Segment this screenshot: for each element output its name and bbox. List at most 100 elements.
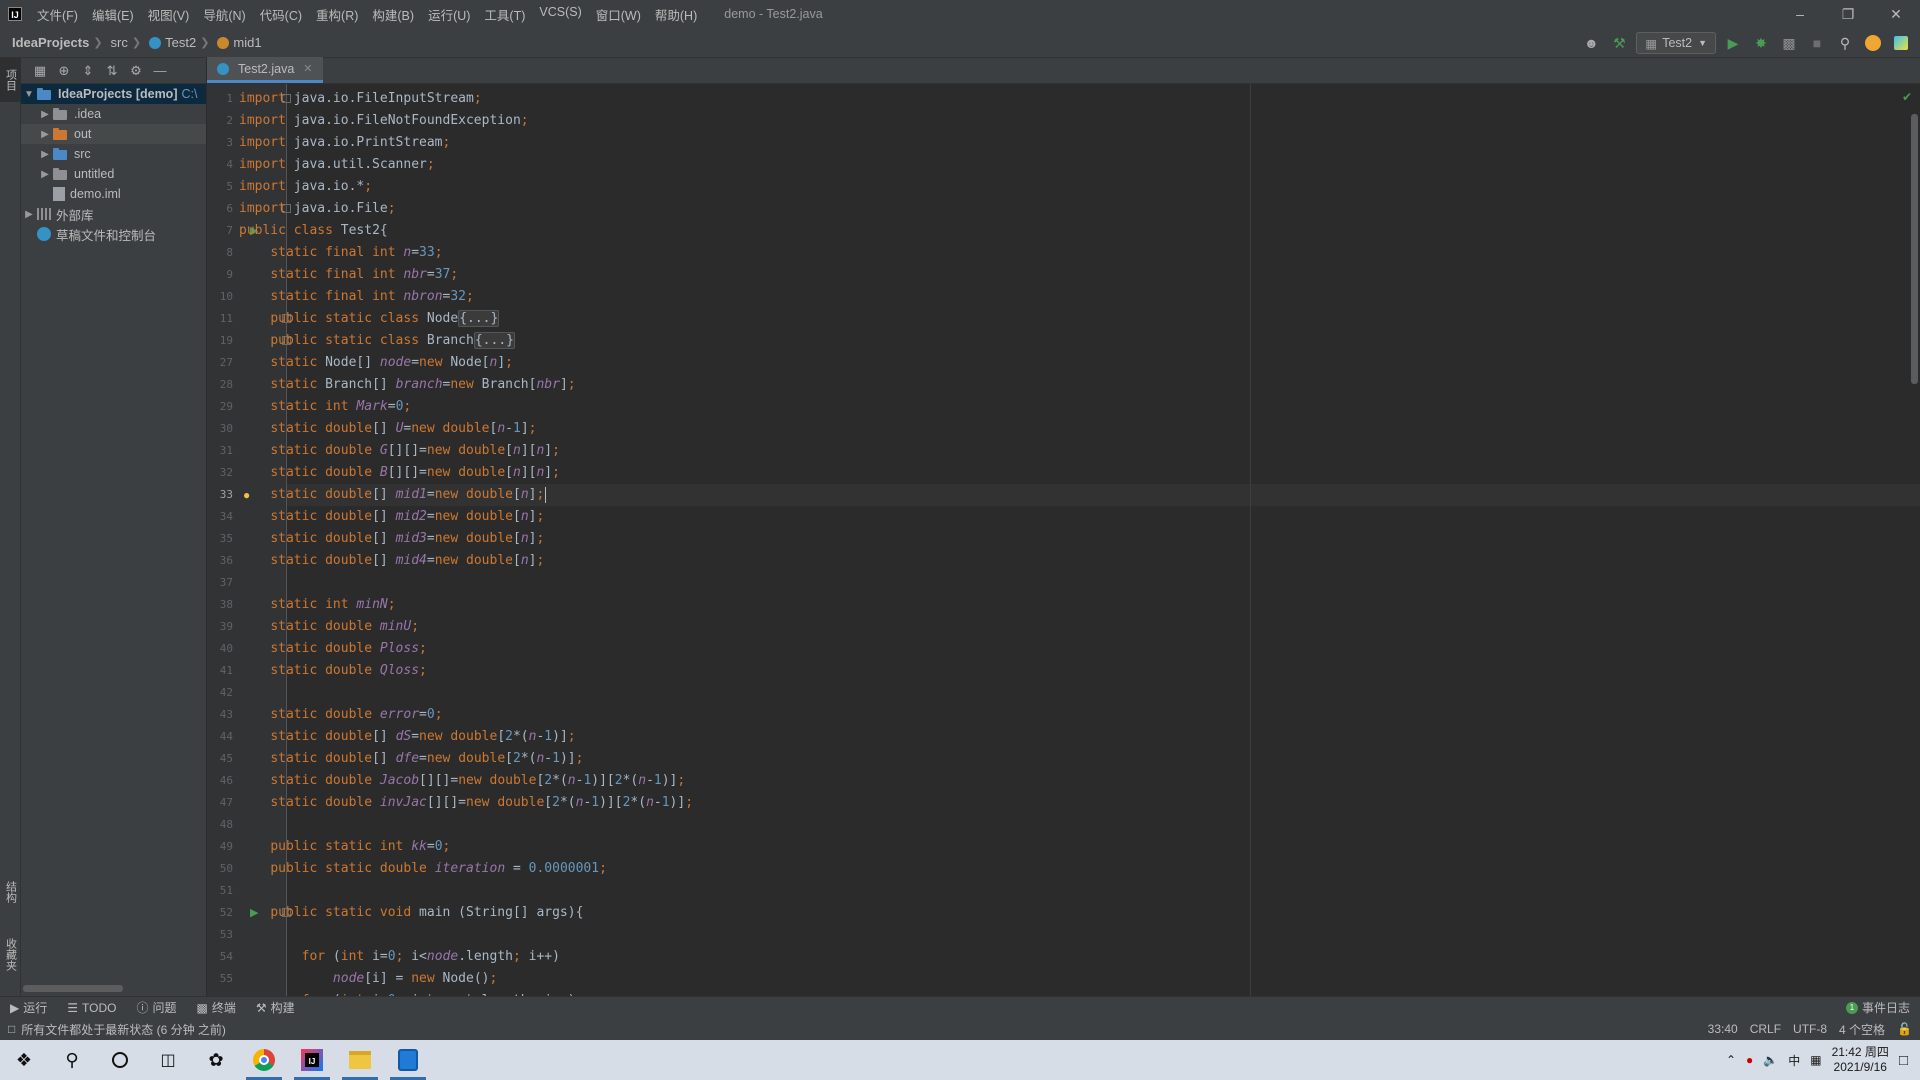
search-icon[interactable]: ⚲ xyxy=(1834,32,1856,54)
ime-indicator[interactable]: 中 xyxy=(1788,1052,1800,1069)
code-line[interactable]: static final int n=33; xyxy=(239,242,442,264)
file-encoding[interactable]: UTF-8 xyxy=(1793,1022,1827,1036)
menu-item[interactable]: 工具(T) xyxy=(477,5,532,24)
menu-item[interactable]: VCS(S) xyxy=(532,5,588,24)
menu-item[interactable]: 运行(U) xyxy=(421,5,477,24)
code-line[interactable]: import java.io.PrintStream; xyxy=(239,132,450,154)
todo-tool-button[interactable]: ☰ TODO xyxy=(57,1001,126,1015)
code-line[interactable]: static double Qloss; xyxy=(239,660,427,682)
volume-icon[interactable]: 🔈 xyxy=(1763,1053,1778,1067)
indent-setting[interactable]: 4 个空格 xyxy=(1839,1021,1885,1038)
status-icon[interactable]: □ xyxy=(8,1022,15,1036)
menu-item[interactable]: 代码(C) xyxy=(253,5,309,24)
tree-item-out[interactable]: ▶ out xyxy=(21,124,206,144)
menu-item[interactable]: 文件(F) xyxy=(30,5,85,24)
vertical-scrollbar[interactable] xyxy=(1911,114,1918,384)
project-view-icon[interactable]: ▦ xyxy=(31,62,49,80)
code-line[interactable]: static double[] mid3=new double[n]; xyxy=(239,528,544,550)
taskbar-app-unknown[interactable]: ✿ xyxy=(192,1040,240,1080)
code-line[interactable]: public static int kk=0; xyxy=(239,836,450,858)
close-icon[interactable]: ✕ xyxy=(303,62,312,75)
code-line[interactable]: import java.io.*; xyxy=(239,176,372,198)
event-log-button[interactable]: 1 事件日志 xyxy=(1845,999,1910,1016)
code-line[interactable]: import java.io.File; xyxy=(239,198,396,220)
tree-item-src[interactable]: ▶ src xyxy=(21,144,206,164)
search-button[interactable]: ⚲ xyxy=(48,1040,96,1080)
code-line[interactable]: public class Test2{ xyxy=(239,220,388,242)
code-line[interactable]: static double[] U=new double[n-1]; xyxy=(239,418,536,440)
tree-item-demo-iml[interactable]: demo.iml xyxy=(21,184,206,204)
caret-position[interactable]: 33:40 xyxy=(1708,1022,1738,1036)
menu-item[interactable]: 导航(N) xyxy=(196,5,252,24)
terminal-tool-button[interactable]: ▩ 终端 xyxy=(187,999,246,1016)
cortana-button[interactable] xyxy=(96,1040,144,1080)
restore-icon[interactable]: ❐ xyxy=(1824,0,1872,28)
code-line[interactable]: static int minN; xyxy=(239,594,395,616)
menu-item[interactable]: 编辑(E) xyxy=(85,5,141,24)
taskbar-app-blue[interactable] xyxy=(384,1040,432,1080)
code-line[interactable]: import java.io.FileNotFoundException; xyxy=(239,110,529,132)
code-line[interactable]: static double Jacob[][]=new double[2*(n-… xyxy=(239,770,685,792)
stop-icon[interactable]: ■ xyxy=(1806,32,1828,54)
tree-item-idea[interactable]: ▶ .idea xyxy=(21,104,206,124)
code-line[interactable]: static double[] mid4=new double[n]; xyxy=(239,550,544,572)
code-editor[interactable]: 1 2 3 4 5 6 7 ▶ 8 9 10 11 19 27 28 29 30 31 32 33 34 35 36 37 38… xyxy=(207,84,1920,996)
menu-item[interactable]: 窗口(W) xyxy=(589,5,648,24)
code-line[interactable]: for (int i=0; i<node.length; i++) xyxy=(239,946,560,968)
inspection-ok-icon[interactable]: ✔ xyxy=(1902,90,1912,104)
keyboard-icon[interactable]: ▦ xyxy=(1810,1053,1821,1067)
qq-icon[interactable]: ● xyxy=(1746,1053,1753,1067)
code-line[interactable]: static double[] mid2=new double[n]; xyxy=(239,506,544,528)
build-tool-button[interactable]: ⚒ 构建 xyxy=(246,999,305,1016)
chevron-up-icon[interactable]: ⌃ xyxy=(1726,1053,1736,1067)
tree-item-external-libs[interactable]: ▶ 外部库 xyxy=(21,204,206,224)
code-line[interactable]: static double[] dS=new double[2*(n-1)]; xyxy=(239,726,575,748)
code-line[interactable]: node[i] = new Node(); xyxy=(239,968,497,990)
favorites-tool-tab[interactable]: 收藏夹 xyxy=(0,924,21,984)
taskbar-app-chrome[interactable] xyxy=(240,1040,288,1080)
plugin-icon[interactable] xyxy=(1890,32,1912,54)
debug-icon[interactable]: ✸ xyxy=(1750,32,1772,54)
taskbar-app-explorer[interactable] xyxy=(336,1040,384,1080)
code-line[interactable]: static final int nbr=37; xyxy=(239,264,458,286)
lock-icon[interactable]: 🔓 xyxy=(1897,1022,1912,1036)
hide-icon[interactable]: — xyxy=(151,62,169,80)
tree-item-scratches[interactable]: 草稿文件和控制台 xyxy=(21,224,206,244)
run-config-select[interactable]: ▦ Test2 ▼ xyxy=(1636,32,1716,54)
coverage-icon[interactable]: ▩ xyxy=(1778,32,1800,54)
clock[interactable]: 21:42 周四 2021/9/16 xyxy=(1832,1045,1889,1075)
breadcrumb-field[interactable]: mid1 xyxy=(213,35,262,50)
code-area[interactable]: import java.io.FileInputStream; import ja… xyxy=(239,84,1920,996)
tree-item-untitled[interactable]: ▶ untitled xyxy=(21,164,206,184)
build-hammer-icon[interactable]: ⚒ xyxy=(1608,32,1630,54)
code-line[interactable]: static final int nbron=32; xyxy=(239,286,474,308)
code-line[interactable]: static double minU; xyxy=(239,616,419,638)
locate-icon[interactable]: ⊕ xyxy=(55,62,73,80)
code-line[interactable]: static double Ploss; xyxy=(239,638,427,660)
problems-tool-button[interactable]: ⓘ 问题 xyxy=(126,999,186,1016)
menu-item[interactable]: 重构(R) xyxy=(309,5,365,24)
breadcrumb-src[interactable]: src xyxy=(107,35,128,50)
breadcrumb-class[interactable]: Test2 xyxy=(145,35,196,50)
collapse-all-icon[interactable]: ⇅ xyxy=(103,62,121,80)
run-icon[interactable]: ▶ xyxy=(1722,32,1744,54)
code-line[interactable]: static double B[][]=new double[n][n]; xyxy=(239,462,560,484)
tree-root[interactable]: ▼ IdeaProjects [demo] C:\ xyxy=(21,84,206,104)
menu-item[interactable]: 帮助(H) xyxy=(648,5,704,24)
task-view-button[interactable]: ◫ xyxy=(144,1040,192,1080)
minimize-icon[interactable]: – xyxy=(1776,0,1824,28)
structure-tool-tab[interactable]: 结构 xyxy=(0,868,21,916)
code-line[interactable]: static double[] mid1=new double[n]; xyxy=(239,484,547,506)
update-icon[interactable] xyxy=(1862,32,1884,54)
code-line[interactable]: static Node[] node=new Node[n]; xyxy=(239,352,513,374)
code-line[interactable]: public static void main (String[] args){ xyxy=(239,902,583,924)
run-tool-button[interactable]: ▶ 运行 xyxy=(0,999,57,1016)
code-line[interactable]: public static class Branch{...} xyxy=(239,330,515,352)
code-line[interactable]: static double[] dfe=new double[2*(n-1)]; xyxy=(239,748,583,770)
tab-test2-java[interactable]: Test2.java ✕ xyxy=(207,57,323,83)
code-line[interactable]: public static double iteration = 0.00000… xyxy=(239,858,607,880)
breadcrumb-project[interactable]: IdeaProjects xyxy=(0,35,89,50)
gear-icon[interactable]: ⚙ xyxy=(127,62,145,80)
code-line[interactable]: static double G[][]=new double[n][n]; xyxy=(239,440,560,462)
code-line[interactable]: static double invJac[][]=new double[2*(n… xyxy=(239,792,693,814)
